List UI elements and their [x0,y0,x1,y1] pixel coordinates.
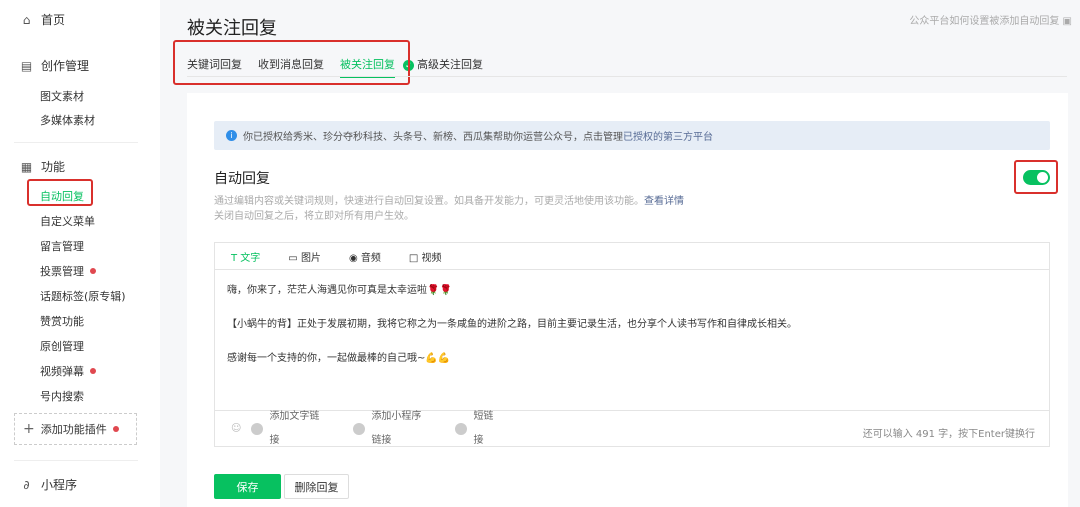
info-icon: i [226,130,237,141]
badge-dot [90,368,96,374]
nav-item-votes-label: 投票管理 [40,265,84,278]
nav-mini-program[interactable]: ∂ 小程序 [20,476,77,493]
nav-home-label: 首页 [41,13,66,27]
desc-text: 通过编辑内容或关键词规则，快速进行自动回复设置。如具备开发能力，可更灵活地使用该… [214,196,644,207]
add-mini-program-link-button[interactable]: 添加小程序链接 [353,405,427,453]
section-title: 自动回复 [214,171,270,187]
editor-tabs: T 文字 ▭ 图片 ◉ 音频 □ 视频 [215,243,1049,270]
nav-creation[interactable]: ▤ 创作管理 [20,57,89,74]
short-link-label: 短链接 [473,410,494,446]
badge-dot [90,268,96,274]
delete-reply-button[interactable]: 删除回复 [284,474,349,499]
video-icon: □ [408,252,419,264]
add-plugin-label: 添加功能插件 [40,423,107,436]
add-text-link-label: 添加文字链接 [269,410,320,446]
editor-tab-video[interactable]: □ 视频 [409,249,442,264]
divider [187,76,1067,77]
highlight-box [173,40,410,85]
highlight-box [1014,160,1058,194]
sidebar: ⌂ 首页 ▤ 创作管理 图文素材 多媒体素材 ▦ 功能 自动回复 自定义菜单 留言管理… [0,0,160,507]
divider [14,142,138,143]
editor-tab-text[interactable]: T 文字 [231,249,260,264]
section-description: 通过编辑内容或关键词规则，快速进行自动回复设置。如具备开发能力，可更灵活地使用该… [214,194,684,224]
content-card: i 你已授权给秀米、珍分夺秒科技、头条号、新榜、西瓜集帮助你运营公众号，点击管理已… [187,93,1068,507]
audio-icon: ◉ [348,252,358,264]
add-text-link-button[interactable]: 添加文字链接 [251,405,325,453]
page-title: 被关注回复 [187,18,277,39]
badge-dot [112,426,119,432]
nav-mini-program-label: 小程序 [41,478,78,492]
help-link-label: 公众平台如何设置被添加自动回复 [909,16,1060,27]
notice-bar: i 你已授权给秀米、珍分夺秒科技、头条号、新榜、西瓜集帮助你运营公众号，点击管理已… [214,121,1050,150]
nav-features-label: 功能 [41,160,66,174]
nav-item-reward[interactable]: 赞赏功能 [40,313,84,329]
nav-item-custom-menu[interactable]: 自定义菜单 [40,213,95,229]
reply-line: 感谢每一个支持的你，一起做最棒的自己哦~💪💪 [227,353,451,364]
nav-item-danmaku[interactable]: 视频弹幕 [40,363,96,379]
tab-advanced-follow-reply[interactable]: ✓ 高级关注回复 [403,56,483,78]
editor-tab-image-label: 图片 [300,252,321,264]
short-link-button[interactable]: 短链接 [455,405,497,453]
reply-text-area[interactable]: 嗨，你来了，茫茫人海遇见你可真是太幸运啦🌹🌹 【小蜗牛的背】正处于发展初期，我将… [215,270,1049,396]
editor-tab-image[interactable]: ▭ 图片 [288,249,321,264]
nav-item-comments[interactable]: 留言管理 [40,238,84,254]
save-button[interactable]: 保存 [214,474,281,499]
link-icon [455,422,468,435]
reply-line: 嗨，你来了，茫茫人海遇见你可真是太幸运啦🌹🌹 [227,285,452,296]
image-icon: ▭ [288,252,298,264]
divider [14,460,138,461]
reply-editor: T 文字 ▭ 图片 ◉ 音频 □ 视频 嗨，你来了，茫茫人海遇见你可真是太幸运啦… [214,242,1050,447]
nav-home[interactable]: ⌂ 首页 [20,11,65,28]
document-icon: ▤ [20,58,33,73]
home-icon: ⌂ [22,12,31,27]
link-icon: ∂ [23,477,30,492]
add-mini-program-link-label: 添加小程序链接 [371,410,422,446]
editor-tab-text-label: 文字 [240,252,261,264]
tab-advanced-label: 高级关注回复 [417,58,483,71]
editor-tab-video-label: 视频 [421,252,442,264]
emoji-icon[interactable]: ☺ [231,423,241,434]
help-link[interactable]: 公众平台如何设置被添加自动回复 ▣ [909,12,1072,27]
nav-features[interactable]: ▦ 功能 [20,158,65,175]
details-link[interactable]: 查看详情 [644,196,684,207]
nav-creation-label: 创作管理 [41,59,90,73]
link-icon [353,422,366,435]
notice-text: 你已授权给秀米、珍分夺秒科技、头条号、新榜、西瓜集帮助你运营公众号，点击管理 [243,132,623,143]
plus-icon: + [23,421,35,437]
doc-icon: ▣ [1062,16,1072,27]
grid-icon: ▦ [20,159,33,174]
char-count: 还可以输入 491 字，按下Enter键换行 [862,429,1035,440]
reply-line: 【小蜗牛的背】正处于发展初期，我将它称之为一条咸鱼的进阶之路，目前主要记录生活，… [227,319,797,330]
desc-text-2: 关闭自动回复之后，将立即对所有用户生效。 [214,211,414,222]
third-party-link[interactable]: 已授权的第三方平台 [623,128,713,143]
nav-item-search[interactable]: 号内搜索 [40,388,84,404]
editor-footer: ☺ 添加文字链接 添加小程序链接 短链接 还可以输入 491 字，按下Enter… [215,410,1049,446]
text-icon: T [231,252,238,264]
nav-item-topics[interactable]: 话题标签(原专辑) [40,288,126,304]
editor-tab-audio-label: 音频 [360,252,381,264]
editor-tab-audio[interactable]: ◉ 音频 [349,249,381,264]
nav-item-graphic[interactable]: 图文素材 [40,88,84,104]
nav-item-votes[interactable]: 投票管理 [40,263,96,279]
add-plugin-button[interactable]: + 添加功能插件 [14,413,137,445]
link-icon [251,422,264,435]
highlight-box [27,179,93,206]
nav-item-media[interactable]: 多媒体素材 [40,112,95,128]
nav-item-danmaku-label: 视频弹幕 [40,365,84,378]
nav-item-original[interactable]: 原创管理 [40,338,84,354]
